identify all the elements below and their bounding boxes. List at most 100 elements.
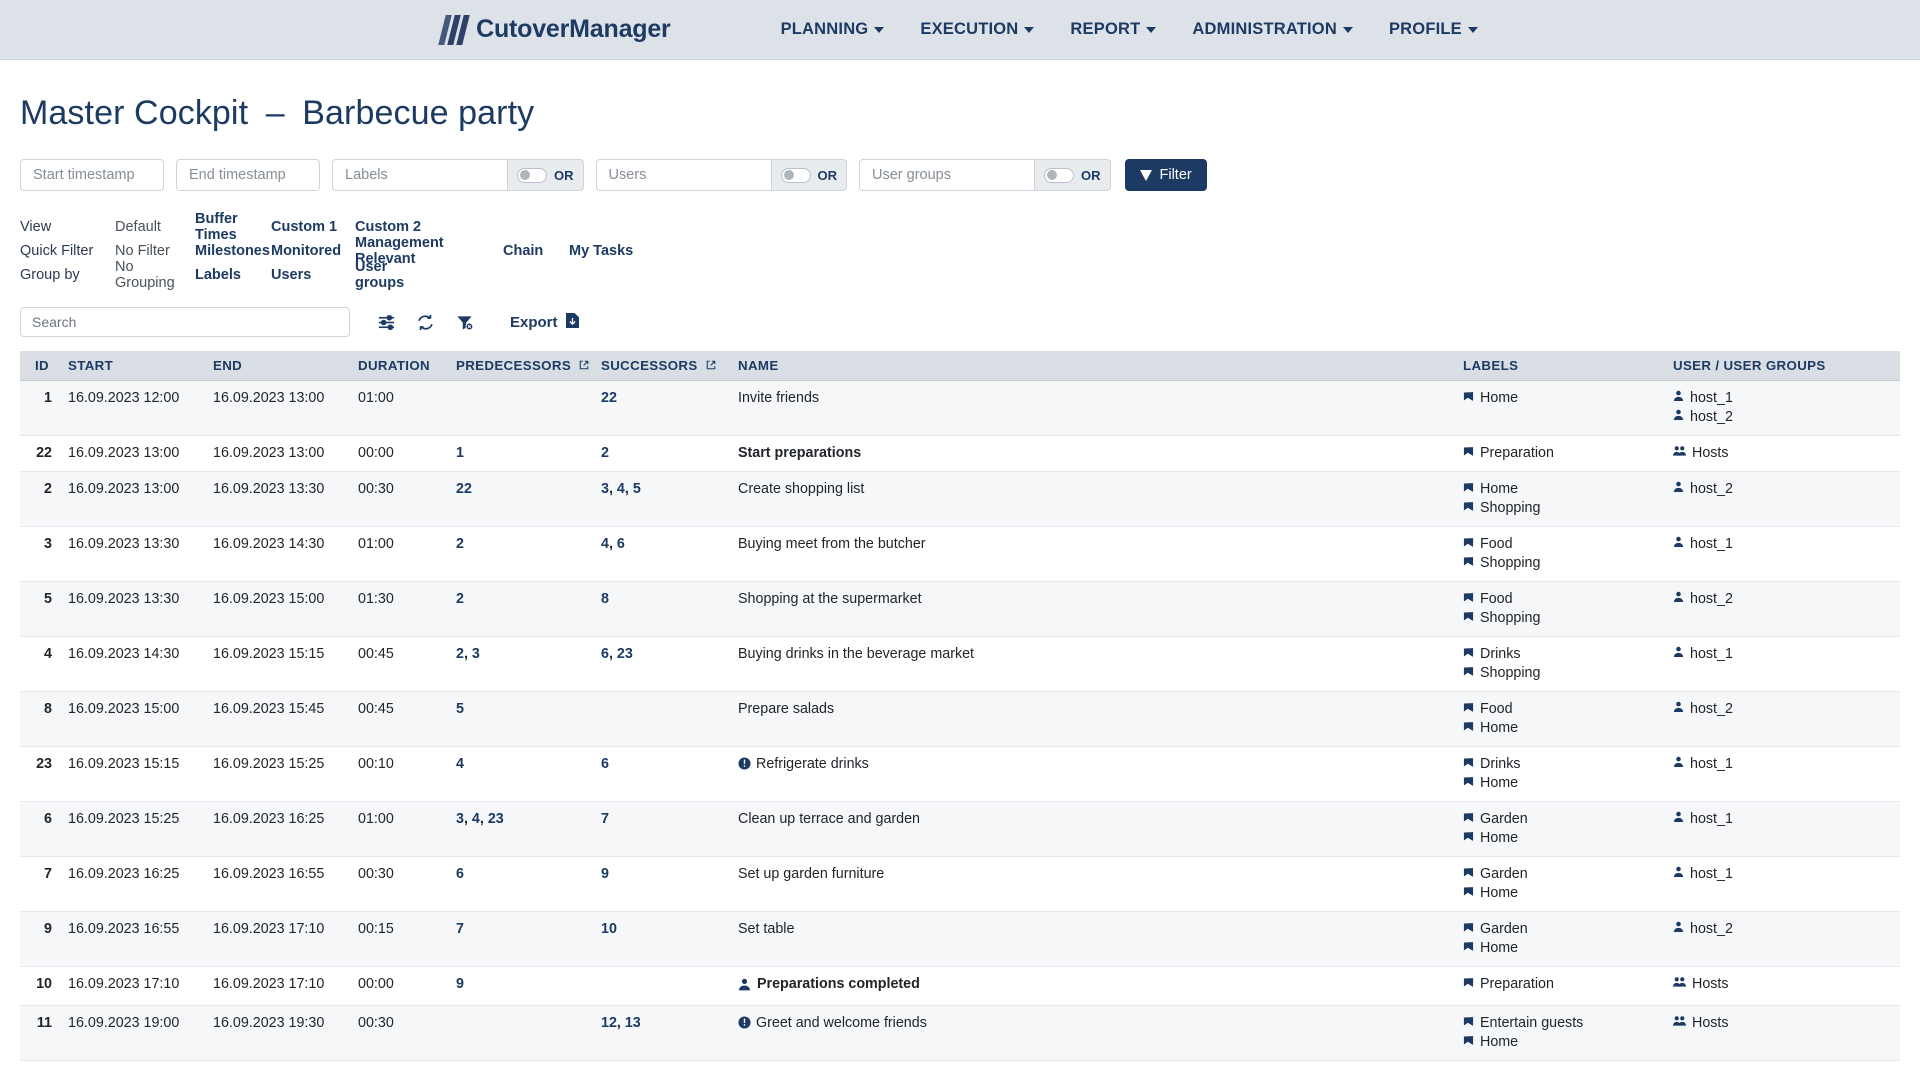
cell-name[interactable]: Set up garden furniture bbox=[730, 856, 1455, 912]
predecessor-link[interactable]: 2 bbox=[456, 591, 464, 607]
successor-link[interactable]: 22 bbox=[601, 390, 617, 406]
column-header-labels[interactable]: LABELS bbox=[1455, 351, 1665, 381]
predecessor-link[interactable]: 23 bbox=[488, 811, 504, 827]
cell-predecessors[interactable]: 1 bbox=[448, 435, 593, 472]
cell-id[interactable]: 2 bbox=[20, 471, 60, 527]
table-row[interactable]: 4 16.09.2023 14:30 16.09.2023 15:15 00:45 2,… bbox=[20, 636, 1900, 692]
cell-successors[interactable]: 2 bbox=[593, 435, 730, 472]
table-row[interactable]: 23 16.09.2023 15:15 16.09.2023 15:25 00:10 4… bbox=[20, 746, 1900, 802]
successor-link[interactable]: 10 bbox=[601, 921, 617, 937]
user-groups-or-toggle[interactable] bbox=[1044, 167, 1074, 183]
successor-link[interactable]: 3 bbox=[601, 481, 609, 497]
label-chip[interactable]: Home bbox=[1463, 939, 1657, 958]
cell-predecessors[interactable] bbox=[448, 1005, 593, 1061]
successor-link[interactable]: 9 bbox=[601, 866, 609, 882]
user-chip[interactable]: host_2 bbox=[1673, 700, 1892, 719]
cell-id[interactable]: 7 bbox=[20, 856, 60, 912]
label-chip[interactable]: Home bbox=[1463, 1033, 1657, 1052]
user-chip[interactable]: host_1 bbox=[1673, 535, 1892, 554]
group-by-current[interactable]: No Grouping bbox=[115, 259, 195, 291]
successor-link[interactable]: 8 bbox=[601, 591, 609, 607]
predecessor-link[interactable]: 1 bbox=[456, 445, 464, 461]
column-header-name[interactable]: NAME bbox=[730, 351, 1455, 381]
labels-or-toggle[interactable] bbox=[517, 167, 547, 183]
successor-link[interactable]: 2 bbox=[601, 445, 609, 461]
predecessor-link[interactable]: 5 bbox=[456, 701, 464, 717]
user-chip[interactable]: host_1 bbox=[1673, 645, 1892, 664]
quick-filter-option-milestones[interactable]: Milestones bbox=[195, 243, 271, 259]
column-header-end[interactable]: END bbox=[205, 351, 350, 381]
cell-id[interactable]: 22 bbox=[20, 435, 60, 472]
cell-id[interactable]: 10 bbox=[20, 966, 60, 1006]
table-row[interactable]: 22 16.09.2023 13:00 16.09.2023 13:00 00:00 1… bbox=[20, 435, 1900, 472]
successor-link[interactable]: 7 bbox=[601, 811, 609, 827]
table-row[interactable]: 9 16.09.2023 16:55 16.09.2023 17:10 00:15 7 1… bbox=[20, 911, 1900, 967]
user-chip[interactable]: Hosts bbox=[1673, 975, 1892, 994]
group-by-option-users[interactable]: Users bbox=[271, 267, 355, 283]
cell-name[interactable]: Greet and welcome friends bbox=[730, 1005, 1455, 1061]
cell-successors[interactable]: 4, 6 bbox=[593, 526, 730, 582]
successor-link[interactable]: 4 bbox=[617, 481, 625, 497]
table-row[interactable]: 8 16.09.2023 15:00 16.09.2023 15:45 00:45 5 P… bbox=[20, 691, 1900, 747]
column-header-duration[interactable]: DURATION bbox=[350, 351, 448, 381]
nav-item-planning[interactable]: PLANNING bbox=[781, 20, 885, 39]
sliders-icon[interactable] bbox=[377, 313, 396, 332]
nav-item-profile[interactable]: PROFILE bbox=[1389, 20, 1478, 39]
label-chip[interactable]: Shopping bbox=[1463, 554, 1657, 573]
table-row[interactable]: 7 16.09.2023 16:25 16.09.2023 16:55 00:30 6 9… bbox=[20, 856, 1900, 912]
label-chip[interactable]: Shopping bbox=[1463, 499, 1657, 518]
labels-filter-input[interactable] bbox=[332, 159, 508, 191]
successor-link[interactable]: 23 bbox=[617, 646, 633, 662]
cell-name[interactable]: Set table bbox=[730, 911, 1455, 967]
successor-link[interactable]: 13 bbox=[625, 1015, 641, 1031]
nav-item-report[interactable]: REPORT bbox=[1070, 20, 1157, 39]
cell-name[interactable]: Clean up terrace and garden bbox=[730, 801, 1455, 857]
cell-name[interactable]: Buying meet from the butcher bbox=[730, 526, 1455, 582]
cell-name[interactable]: Create shopping list bbox=[730, 471, 1455, 527]
column-header-start[interactable]: START bbox=[60, 351, 205, 381]
user-chip[interactable]: host_1 bbox=[1673, 389, 1892, 408]
cell-id[interactable]: 4 bbox=[20, 636, 60, 692]
users-or-toggle[interactable] bbox=[780, 167, 811, 183]
label-chip[interactable]: Garden bbox=[1463, 865, 1657, 884]
predecessor-link[interactable]: 9 bbox=[456, 976, 464, 992]
label-chip[interactable]: Home bbox=[1463, 389, 1657, 408]
label-chip[interactable]: Preparation bbox=[1463, 975, 1657, 994]
successor-link[interactable]: 6 bbox=[601, 756, 609, 772]
user-chip[interactable]: host_1 bbox=[1673, 810, 1892, 829]
cell-successors[interactable]: 10 bbox=[593, 911, 730, 967]
filter-button[interactable]: Filter bbox=[1124, 159, 1207, 191]
cell-name[interactable]: Buying drinks in the beverage market bbox=[730, 636, 1455, 692]
quick-filter-option-chain[interactable]: Chain bbox=[503, 243, 547, 259]
predecessor-link[interactable]: 2 bbox=[456, 536, 464, 552]
cell-name[interactable]: Prepare salads bbox=[730, 691, 1455, 747]
column-header-user-groups[interactable]: USER / USER GROUPS bbox=[1665, 351, 1900, 381]
label-chip[interactable]: Food bbox=[1463, 700, 1657, 719]
column-header-successors[interactable]: SUCCESSORS bbox=[593, 351, 730, 381]
label-chip[interactable]: Garden bbox=[1463, 920, 1657, 939]
cell-id[interactable]: 6 bbox=[20, 801, 60, 857]
user-chip[interactable]: host_2 bbox=[1673, 590, 1892, 609]
cell-predecessors[interactable]: 2, 3 bbox=[448, 636, 593, 692]
label-chip[interactable]: Food bbox=[1463, 535, 1657, 554]
cell-id[interactable]: 8 bbox=[20, 691, 60, 747]
cell-successors[interactable]: 3, 4, 5 bbox=[593, 471, 730, 527]
group-by-option-labels[interactable]: Labels bbox=[195, 267, 271, 283]
cell-id[interactable]: 5 bbox=[20, 581, 60, 637]
label-chip[interactable]: Food bbox=[1463, 590, 1657, 609]
cell-predecessors[interactable] bbox=[448, 380, 593, 436]
cell-predecessors[interactable]: 2 bbox=[448, 526, 593, 582]
quick-filter-option-my-tasks[interactable]: My Tasks bbox=[569, 243, 633, 259]
view-option-custom-2[interactable]: Custom 2 bbox=[355, 219, 439, 235]
cell-successors[interactable]: 8 bbox=[593, 581, 730, 637]
cell-successors[interactable]: 22 bbox=[593, 380, 730, 436]
predecessor-link[interactable]: 4 bbox=[456, 756, 464, 772]
brand-logo[interactable]: CutoverManager bbox=[438, 14, 671, 45]
filter-remove-icon[interactable] bbox=[455, 313, 474, 332]
predecessor-link[interactable]: 3 bbox=[472, 646, 480, 662]
user-chip[interactable]: host_2 bbox=[1673, 408, 1892, 427]
column-header-predecessors[interactable]: PREDECESSORS bbox=[448, 351, 593, 381]
label-chip[interactable]: Home bbox=[1463, 480, 1657, 499]
predecessor-link[interactable]: 3 bbox=[456, 811, 464, 827]
cell-predecessors[interactable]: 5 bbox=[448, 691, 593, 747]
